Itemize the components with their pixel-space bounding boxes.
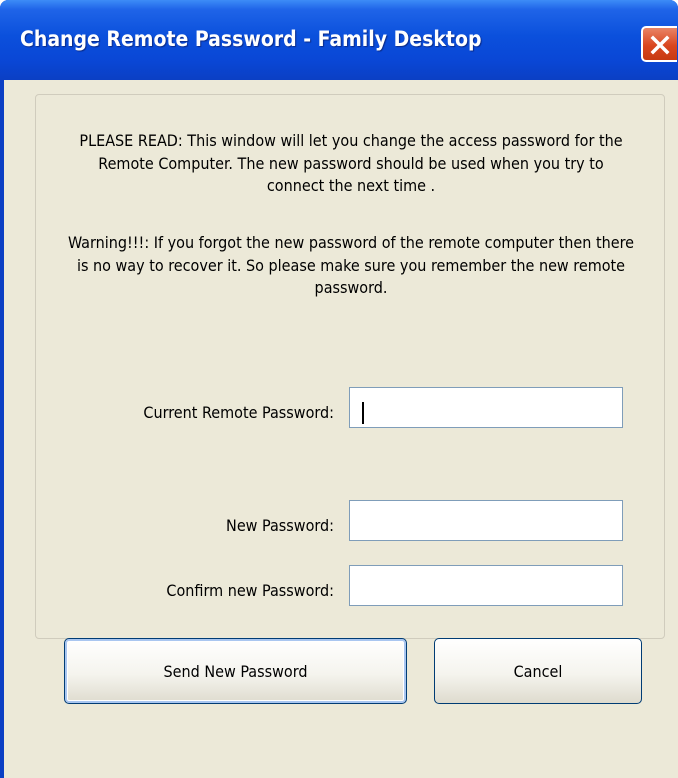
- new-password-label: New Password:: [226, 516, 334, 535]
- text-caret: [362, 402, 364, 424]
- send-new-password-button[interactable]: Send New Password: [64, 638, 407, 704]
- dialog-body: PLEASE READ: This window will let you ch…: [0, 80, 678, 778]
- current-password-input[interactable]: [349, 387, 623, 428]
- password-panel: PLEASE READ: This window will let you ch…: [35, 94, 665, 639]
- dialog-window: Change Remote Password - Family Desktop …: [0, 0, 678, 778]
- new-password-input[interactable]: [349, 500, 623, 541]
- close-icon: [650, 35, 670, 55]
- confirm-password-input[interactable]: [349, 565, 623, 606]
- title-bar[interactable]: Change Remote Password - Family Desktop: [0, 0, 678, 80]
- window-title: Change Remote Password - Family Desktop: [20, 27, 482, 51]
- cancel-button[interactable]: Cancel: [434, 638, 642, 704]
- warning-notice: Warning!!!: If you forgot the new passwo…: [67, 233, 635, 297]
- please-read-notice: PLEASE READ: This window will let you ch…: [79, 131, 623, 195]
- current-password-label: Current Remote Password:: [143, 403, 334, 422]
- confirm-password-label: Confirm new Password:: [166, 581, 334, 600]
- close-button[interactable]: [641, 26, 677, 62]
